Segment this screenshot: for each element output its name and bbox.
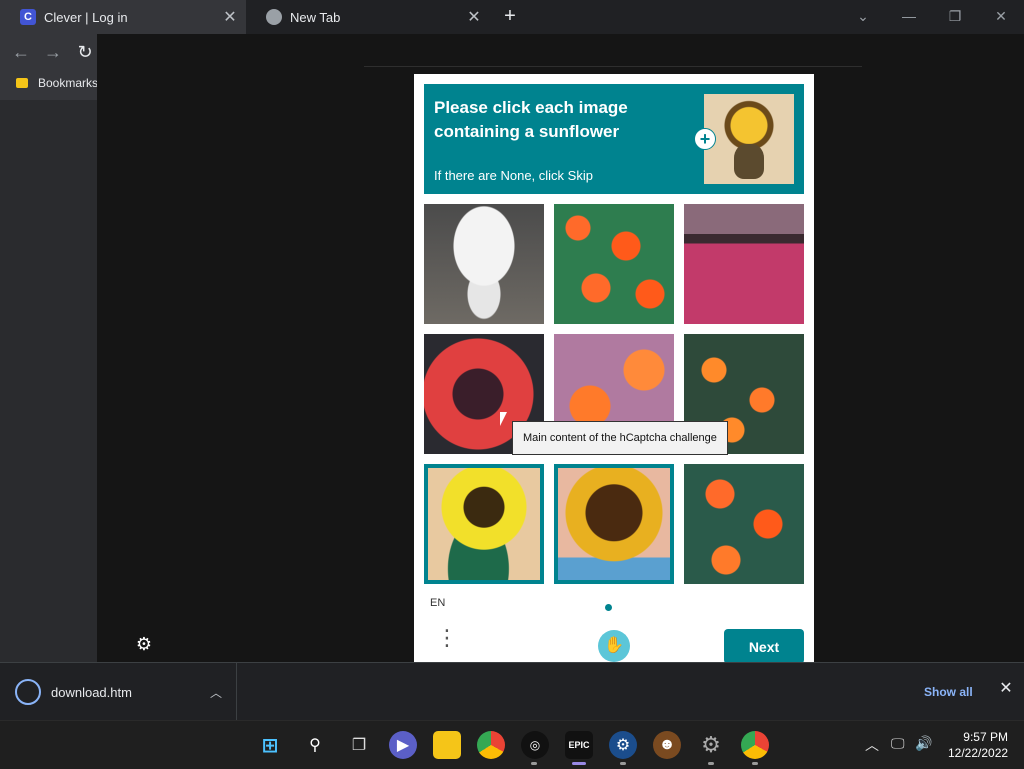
chevron-up-icon[interactable]: ︿ (865, 735, 879, 755)
system-clock[interactable]: 9:57 PM 12/22/2022 (948, 729, 1008, 761)
forward-arrow-icon[interactable]: → (42, 41, 64, 63)
image-tile-pink-field[interactable] (684, 204, 804, 324)
close-window-icon[interactable]: ✕ (989, 4, 1013, 28)
chrome-profile-icon[interactable] (741, 731, 769, 759)
minimize-icon[interactable]: — (897, 4, 921, 28)
tooltip: Main content of the hCaptcha challenge (512, 421, 728, 455)
tab-search-icon[interactable]: ⌄ (851, 4, 875, 28)
reload-icon[interactable]: ↻ (74, 41, 96, 63)
download-bar: download.htm ︿ Show all ✕ (0, 662, 1024, 721)
image-tile-daisies[interactable] (424, 204, 544, 324)
settings-icon[interactable]: ⚙ (697, 731, 725, 759)
folder-icon (16, 78, 28, 88)
page-indicator-dot (605, 604, 612, 611)
bookmarks-folder[interactable]: Bookmarks (16, 76, 98, 90)
chrome-icon[interactable] (477, 731, 505, 759)
running-indicator (531, 762, 537, 765)
download-progress-icon (15, 679, 41, 705)
active-indicator (572, 762, 586, 765)
image-tile-tulip-field-2[interactable] (684, 464, 804, 584)
challenge-subtext: If there are None, click Skip (434, 168, 593, 183)
new-tab-button[interactable]: + (500, 6, 520, 26)
epic-games-icon[interactable]: EPIC (565, 731, 593, 759)
expand-example-icon[interactable]: + (694, 128, 716, 150)
challenge-prompt: Please click each image containing a sun… (434, 98, 628, 141)
windows-start-icon[interactable]: ⊞ (256, 731, 284, 759)
app-icon[interactable]: ◎ (521, 731, 549, 759)
game-icon[interactable]: ☻ (653, 731, 681, 759)
download-item[interactable]: download.htm ︿ (0, 663, 237, 721)
hcaptcha-challenge: Please click each image containing a sun… (414, 74, 814, 664)
challenge-header: Please click each image containing a sun… (424, 84, 804, 194)
taskbar: ⊞ ⚲ ❐ ▶ ◎ EPIC ⚙ ☻ ⚙ ︿ 🖵 🔊 9:57 PM 12/22… (0, 720, 1024, 769)
back-arrow-icon[interactable]: ← (10, 41, 32, 63)
download-filename: download.htm (51, 684, 132, 700)
tab-strip: C Clever | Log in ✕ New Tab ✕ + ⌄ — ❐ ✕ (0, 0, 1024, 34)
close-tab-icon[interactable]: ✕ (464, 7, 484, 27)
bookmarks-label: Bookmarks (38, 76, 99, 90)
next-button[interactable]: Next (724, 629, 804, 664)
network-icon[interactable]: 🖵 (891, 735, 905, 752)
running-indicator (752, 762, 758, 765)
divider (364, 66, 862, 67)
mouse-cursor-icon (500, 412, 507, 426)
hcaptcha-logo-icon: ✋ (598, 630, 630, 662)
tab-new-tab[interactable]: New Tab ✕ (246, 0, 490, 34)
search-icon[interactable]: ⚲ (301, 731, 329, 759)
chrome-icon (266, 9, 282, 25)
volume-icon[interactable]: 🔊 (915, 735, 932, 752)
language-selector[interactable]: EN (430, 597, 445, 609)
more-options-icon[interactable]: ⋮ (436, 627, 458, 660)
image-tile-sunflower-vase[interactable] (424, 464, 544, 584)
clock-date: 12/22/2022 (948, 746, 1009, 760)
tab-title: New Tab (290, 9, 341, 25)
tab-clever[interactable]: C Clever | Log in ✕ (0, 0, 246, 34)
show-all-link[interactable]: Show all (924, 685, 973, 699)
file-explorer-icon[interactable] (433, 731, 461, 759)
clock-time: 9:57 PM (963, 730, 1008, 744)
meet-icon[interactable]: ▶ (389, 731, 417, 759)
close-icon[interactable]: ✕ (998, 681, 1014, 697)
image-tile-sunflower-closeup[interactable] (554, 464, 674, 584)
close-tab-icon[interactable]: ✕ (220, 7, 240, 27)
chevron-up-icon[interactable]: ︿ (206, 684, 226, 701)
clever-icon: C (20, 9, 36, 25)
example-image (704, 94, 794, 184)
steam-icon[interactable]: ⚙ (609, 731, 637, 759)
task-view-icon[interactable]: ❐ (345, 731, 373, 759)
running-indicator (620, 762, 626, 765)
running-indicator (708, 762, 714, 765)
tab-title: Clever | Log in (44, 9, 128, 25)
gear-icon[interactable]: ⚙ (134, 634, 154, 654)
restore-icon[interactable]: ❐ (943, 4, 967, 28)
image-tile-tulips[interactable] (554, 204, 674, 324)
